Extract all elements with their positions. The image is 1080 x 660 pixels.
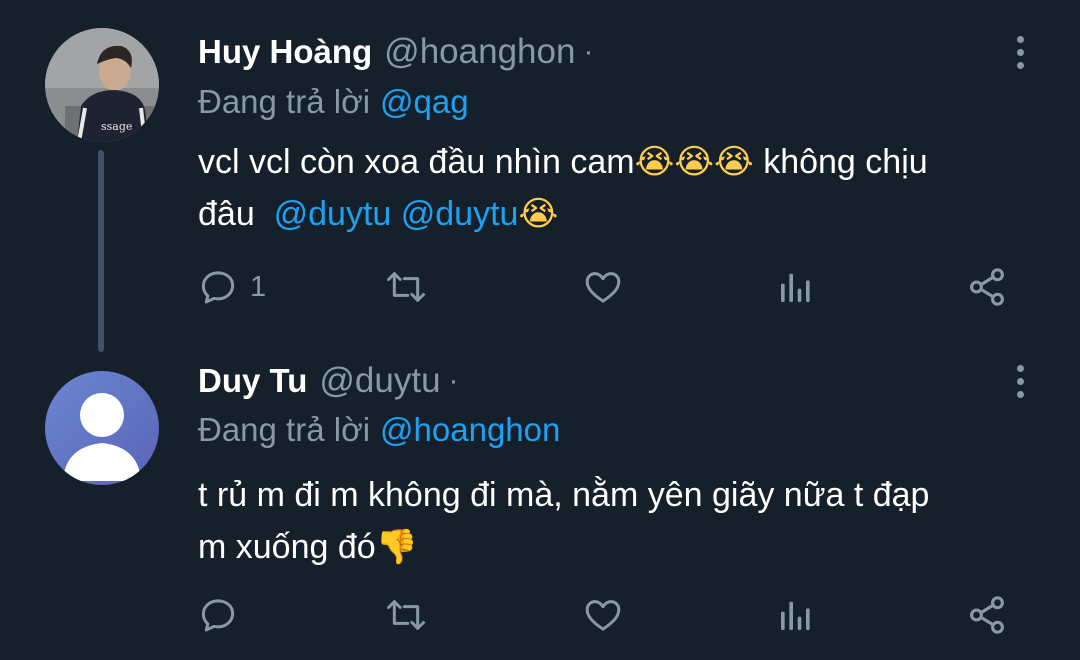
mention-link[interactable]: @duytu @duytu bbox=[274, 195, 519, 233]
tweet[interactable]: ssage Huy Hoàng @hoanghon · Đang trả lời… bbox=[0, 0, 1080, 352]
replying-to-label: Đang trả lời bbox=[198, 83, 371, 120]
like-button[interactable] bbox=[582, 590, 624, 640]
tweet[interactable]: Duy Tu @duytu · Đang trả lời @hoanghon t… bbox=[0, 335, 1080, 660]
retweet-button[interactable] bbox=[384, 262, 428, 312]
share-icon bbox=[970, 596, 1004, 634]
reply-icon bbox=[201, 599, 235, 632]
like-button[interactable] bbox=[582, 262, 624, 312]
tweet-text-line: đâu @duytu @duytu😭 bbox=[198, 194, 559, 234]
reply-button[interactable] bbox=[198, 590, 238, 640]
avatar[interactable]: ssage bbox=[45, 28, 159, 142]
share-button[interactable] bbox=[966, 590, 1008, 640]
more-vertical-icon bbox=[1016, 364, 1024, 372]
retweet-icon bbox=[387, 272, 425, 302]
display-name[interactable]: Huy Hoàng bbox=[198, 33, 372, 71]
loudly-crying-emoji: 😭 bbox=[518, 194, 559, 234]
tweet-text-line: t rủ m đi m không đi mà, nằm yên giãy nữ… bbox=[198, 476, 930, 514]
tweet-header: Huy Hoàng @hoanghon · bbox=[198, 30, 593, 74]
separator-dot: · bbox=[448, 364, 459, 397]
retweet-button[interactable] bbox=[384, 590, 428, 640]
heart-icon bbox=[585, 600, 621, 631]
heart-icon bbox=[585, 272, 621, 303]
analytics-icon bbox=[781, 601, 810, 630]
svg-text:ssage: ssage bbox=[101, 120, 132, 133]
reply-count: 1 bbox=[250, 270, 267, 303]
analytics-icon bbox=[781, 273, 810, 302]
thumbs-down-emoji: 👎 bbox=[375, 527, 419, 567]
analytics-button[interactable] bbox=[776, 590, 816, 640]
display-name[interactable]: Duy Tu bbox=[198, 362, 307, 400]
separator-dot: · bbox=[583, 35, 594, 68]
share-icon bbox=[970, 268, 1004, 306]
loudly-crying-emoji: 😭😭😭 bbox=[634, 142, 754, 182]
reply-icon bbox=[201, 271, 235, 304]
reply-button[interactable]: 1 bbox=[198, 262, 266, 312]
retweet-icon bbox=[387, 600, 425, 630]
replying-to-mention[interactable]: @hoanghon bbox=[380, 411, 560, 449]
replying-to-mention[interactable]: @qag bbox=[380, 83, 469, 121]
share-button[interactable] bbox=[966, 262, 1008, 312]
more-options-button[interactable] bbox=[1008, 359, 1032, 403]
reply-thread: ssage Huy Hoàng @hoanghon · Đang trả lời… bbox=[0, 0, 1080, 660]
replying-to-label: Đang trả lời bbox=[198, 411, 371, 448]
more-options-button[interactable] bbox=[1008, 30, 1032, 74]
tweet-actions: 1 bbox=[198, 262, 1028, 312]
avatar[interactable] bbox=[45, 371, 159, 485]
tweet-text-line: vcl vcl còn xoa đầu nhìn cam😭😭😭 không ch… bbox=[198, 142, 928, 182]
more-vertical-icon bbox=[1016, 35, 1024, 43]
replying-to: Đang trả lời @qag bbox=[198, 80, 469, 124]
tweet-text-line: m xuống đó👎 bbox=[198, 527, 419, 567]
tweet-text: t rủ m đi m không đi mà, nằm yên giãy nữ… bbox=[198, 469, 1048, 573]
tweet-header: Duy Tu @duytu · bbox=[198, 359, 459, 403]
tweet-actions bbox=[198, 590, 1028, 640]
tweet-text: vcl vcl còn xoa đầu nhìn cam😭😭😭 không ch… bbox=[198, 136, 1048, 240]
thread-connector-line bbox=[98, 150, 104, 352]
analytics-button[interactable] bbox=[776, 262, 816, 312]
handle[interactable]: @hoanghon bbox=[384, 32, 575, 72]
handle[interactable]: @duytu bbox=[319, 361, 440, 401]
replying-to: Đang trả lời @hoanghon bbox=[198, 408, 560, 452]
